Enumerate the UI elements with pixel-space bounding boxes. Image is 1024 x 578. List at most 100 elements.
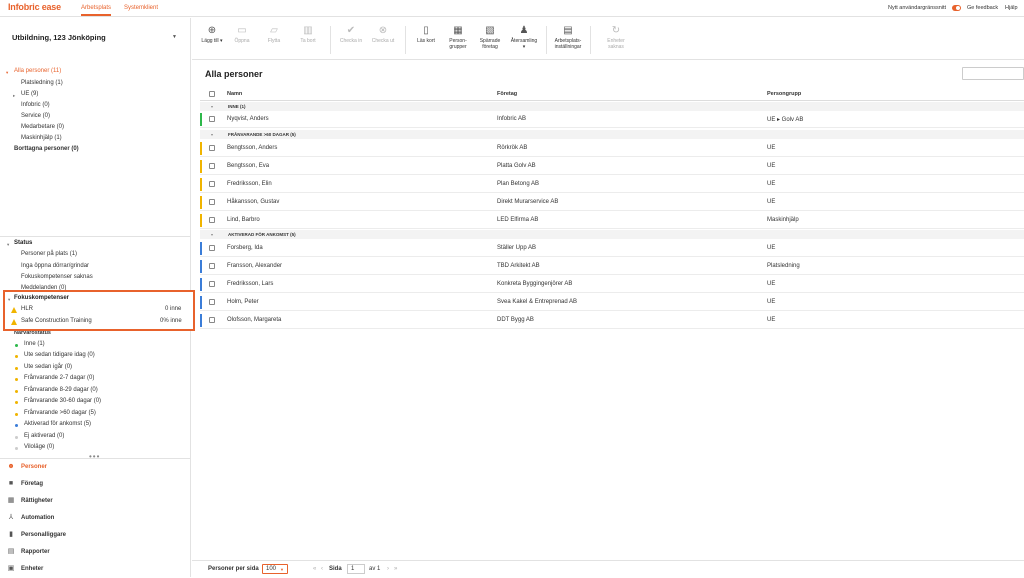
settings-icon: ▤: [563, 25, 573, 36]
search-input[interactable]: [962, 67, 1024, 80]
tree-item-medarbetare[interactable]: Medarbetare (0): [21, 124, 64, 130]
last-page-icon[interactable]: »: [394, 566, 397, 572]
tree-item-service[interactable]: Service (0): [21, 113, 50, 119]
row-checkbox[interactable]: [209, 145, 215, 151]
status-bar: [200, 142, 202, 155]
focus-item-label[interactable]: Safe Construction Training: [21, 318, 92, 324]
status-bar: [200, 160, 202, 173]
presence-item[interactable]: Frånvarande 8-29 dagar (0): [24, 387, 98, 393]
status-dot: [15, 413, 18, 416]
prev-page-icon[interactable]: ‹: [321, 566, 323, 572]
help-link[interactable]: Hjälp: [1005, 5, 1018, 11]
muster-button[interactable]: ♟ Återsamling ▾: [507, 23, 541, 51]
presence-item[interactable]: Viloläge (0): [24, 444, 54, 450]
collapse-arrow-icon[interactable]: ▾: [211, 104, 213, 109]
cell-company: Konkreta Byggingenjörer AB: [497, 281, 573, 287]
devices-missing-button[interactable]: ↻ Enheter saknas: [601, 23, 631, 51]
row-checkbox[interactable]: [209, 116, 215, 122]
collapse-arrow-icon[interactable]: ▾: [7, 242, 9, 248]
nav-item-automation[interactable]: ⅄ Automation: [0, 510, 190, 527]
status-heading[interactable]: Status: [14, 240, 32, 246]
delete-button[interactable]: ▥ Ta bort: [296, 23, 320, 45]
check-out-button[interactable]: ⊗ Checka ut: [369, 23, 397, 45]
collapse-arrow-icon[interactable]: ▾: [211, 132, 213, 137]
row-checkbox[interactable]: [209, 317, 215, 323]
collapse-arrow-icon[interactable]: ▾: [6, 70, 8, 76]
per-page-select[interactable]: 100 ▼: [262, 564, 288, 574]
expand-arrow-icon[interactable]: ▸: [13, 93, 15, 99]
status-item[interactable]: Inga öppna dörrar/grindar: [21, 263, 89, 269]
select-all-checkbox[interactable]: [209, 91, 215, 97]
table-row[interactable]: Bengtsson, Eva Platta Golv AB UE: [200, 158, 1024, 175]
next-page-icon[interactable]: ›: [387, 566, 389, 572]
table-row[interactable]: Forsberg, Ida Ställer Upp AB UE: [200, 240, 1024, 257]
first-page-icon[interactable]: «: [313, 566, 316, 572]
tab-arbetsplats[interactable]: Arbetsplats: [81, 5, 112, 16]
person-groups-button[interactable]: ▦ Person- grupper: [445, 23, 471, 51]
read-card-button[interactable]: ▯ Läs kort: [414, 23, 438, 45]
table-row[interactable]: Fredriksson, Elin Plan Betong AB UE: [200, 176, 1024, 193]
collapse-arrow-icon[interactable]: ▾: [211, 232, 213, 237]
tree-item-ue[interactable]: UE (9): [21, 91, 38, 97]
tree-item-infobric[interactable]: Infobric (0): [21, 102, 50, 108]
presence-item[interactable]: Ute sedan igår (0): [24, 364, 72, 370]
nav-item-personer[interactable]: ☻ Personer: [0, 459, 190, 476]
status-item[interactable]: Fokuskompetenser saknas: [21, 274, 93, 280]
focus-item-label[interactable]: HLR: [21, 306, 33, 312]
tree-item-platsledning[interactable]: Platsledning (1): [21, 80, 63, 86]
table-row[interactable]: Lind, Barbro LED Elfirma AB Maskinhjälp: [200, 212, 1024, 229]
table-row[interactable]: Bengtsson, Anders Rörkrök AB UE: [200, 140, 1024, 157]
move-button[interactable]: ▱ Flytta: [262, 23, 286, 45]
table-row[interactable]: Fredriksson, Lars Konkreta Byggingenjöre…: [200, 276, 1024, 293]
site-settings-button[interactable]: ▤ Arbetsplats- inställningar: [550, 23, 586, 51]
presence-item[interactable]: Inne (1): [24, 341, 45, 347]
row-checkbox[interactable]: [209, 181, 215, 187]
nav-item-rapporter[interactable]: ▤ Rapporter: [0, 544, 190, 561]
column-header-name[interactable]: Namn: [227, 91, 242, 97]
site-name[interactable]: Utbildning, 123 Jönköping: [12, 33, 106, 42]
tree-item-all-persons[interactable]: Alla personer (11): [14, 68, 61, 74]
row-checkbox[interactable]: [209, 281, 215, 287]
presence-item[interactable]: Frånvarande >60 dagar (5): [24, 410, 96, 416]
nav-item-personalliggare[interactable]: ▮ Personalliggare: [0, 527, 190, 544]
new-ui-toggle[interactable]: [952, 5, 961, 11]
row-checkbox[interactable]: [209, 263, 215, 269]
nav-item-enheter[interactable]: ▣ Enheter: [0, 561, 190, 578]
check-in-button[interactable]: ✔ Checka in: [337, 23, 365, 45]
tree-item-maskinhjalp[interactable]: Maskinhjälp (1): [21, 135, 62, 141]
row-checkbox[interactable]: [209, 245, 215, 251]
page-input[interactable]: 1: [347, 564, 365, 574]
row-checkbox[interactable]: [209, 163, 215, 169]
row-checkbox[interactable]: [209, 299, 215, 305]
presence-item[interactable]: Frånvarande 30-60 dagar (0): [24, 398, 101, 404]
presence-item[interactable]: Frånvarande 2-7 dagar (0): [24, 375, 94, 381]
nav-item-rattigheter[interactable]: ▦ Rättigheter: [0, 493, 190, 510]
group-header[interactable]: ▾ INNE (1): [200, 102, 1024, 111]
presence-item[interactable]: Ej aktiverad (0): [24, 433, 64, 439]
add-button[interactable]: ⊕ Lägg till ▾: [198, 23, 226, 45]
presence-item[interactable]: Aktiverad för ankomst (5): [24, 421, 91, 427]
table-row[interactable]: Holm, Peter Svea Kakel & Entreprenad AB …: [200, 294, 1024, 311]
presence-item[interactable]: Ute sedan tidigare idag (0): [24, 352, 95, 358]
open-button[interactable]: ▭ Öppna: [230, 23, 254, 45]
column-header-company[interactable]: Företag: [497, 91, 517, 97]
column-header-group[interactable]: Persongrupp: [767, 91, 801, 97]
collapse-arrow-icon[interactable]: ▾: [8, 297, 10, 303]
tree-item-removed[interactable]: Borttagna personer (0): [14, 146, 79, 152]
cell-group: UE: [767, 199, 776, 205]
table-row[interactable]: Nyqvist, Anders Infobric AB UE ▸ Golv AB: [200, 111, 1024, 128]
row-checkbox[interactable]: [209, 199, 215, 205]
chevron-down-icon[interactable]: ▼: [172, 34, 177, 40]
group-header[interactable]: ▾ FRÅNVARANDE >60 DAGAR (5): [200, 130, 1024, 139]
row-checkbox[interactable]: [209, 217, 215, 223]
focus-heading[interactable]: Fokuskompetenser: [14, 295, 69, 301]
group-header[interactable]: ▾ AKTIVERAD FÖR ANKOMST (5): [200, 230, 1024, 239]
status-item[interactable]: Personer på plats (1): [21, 251, 77, 257]
feedback-link[interactable]: Ge feedback: [967, 5, 998, 11]
table-row[interactable]: Fransson, Alexander TBD Arkitekt AB Plat…: [200, 258, 1024, 275]
table-row[interactable]: Olofsson, Margareta DDT Bygg AB UE: [200, 312, 1024, 329]
tab-systemklient[interactable]: Systemklient: [124, 5, 158, 11]
blocked-companies-button[interactable]: ▧ Spärrade företag: [476, 23, 504, 51]
table-row[interactable]: Håkansson, Gustav Direkt Murarservice AB…: [200, 194, 1024, 211]
nav-item-foretag[interactable]: ■ Företag: [0, 476, 190, 493]
